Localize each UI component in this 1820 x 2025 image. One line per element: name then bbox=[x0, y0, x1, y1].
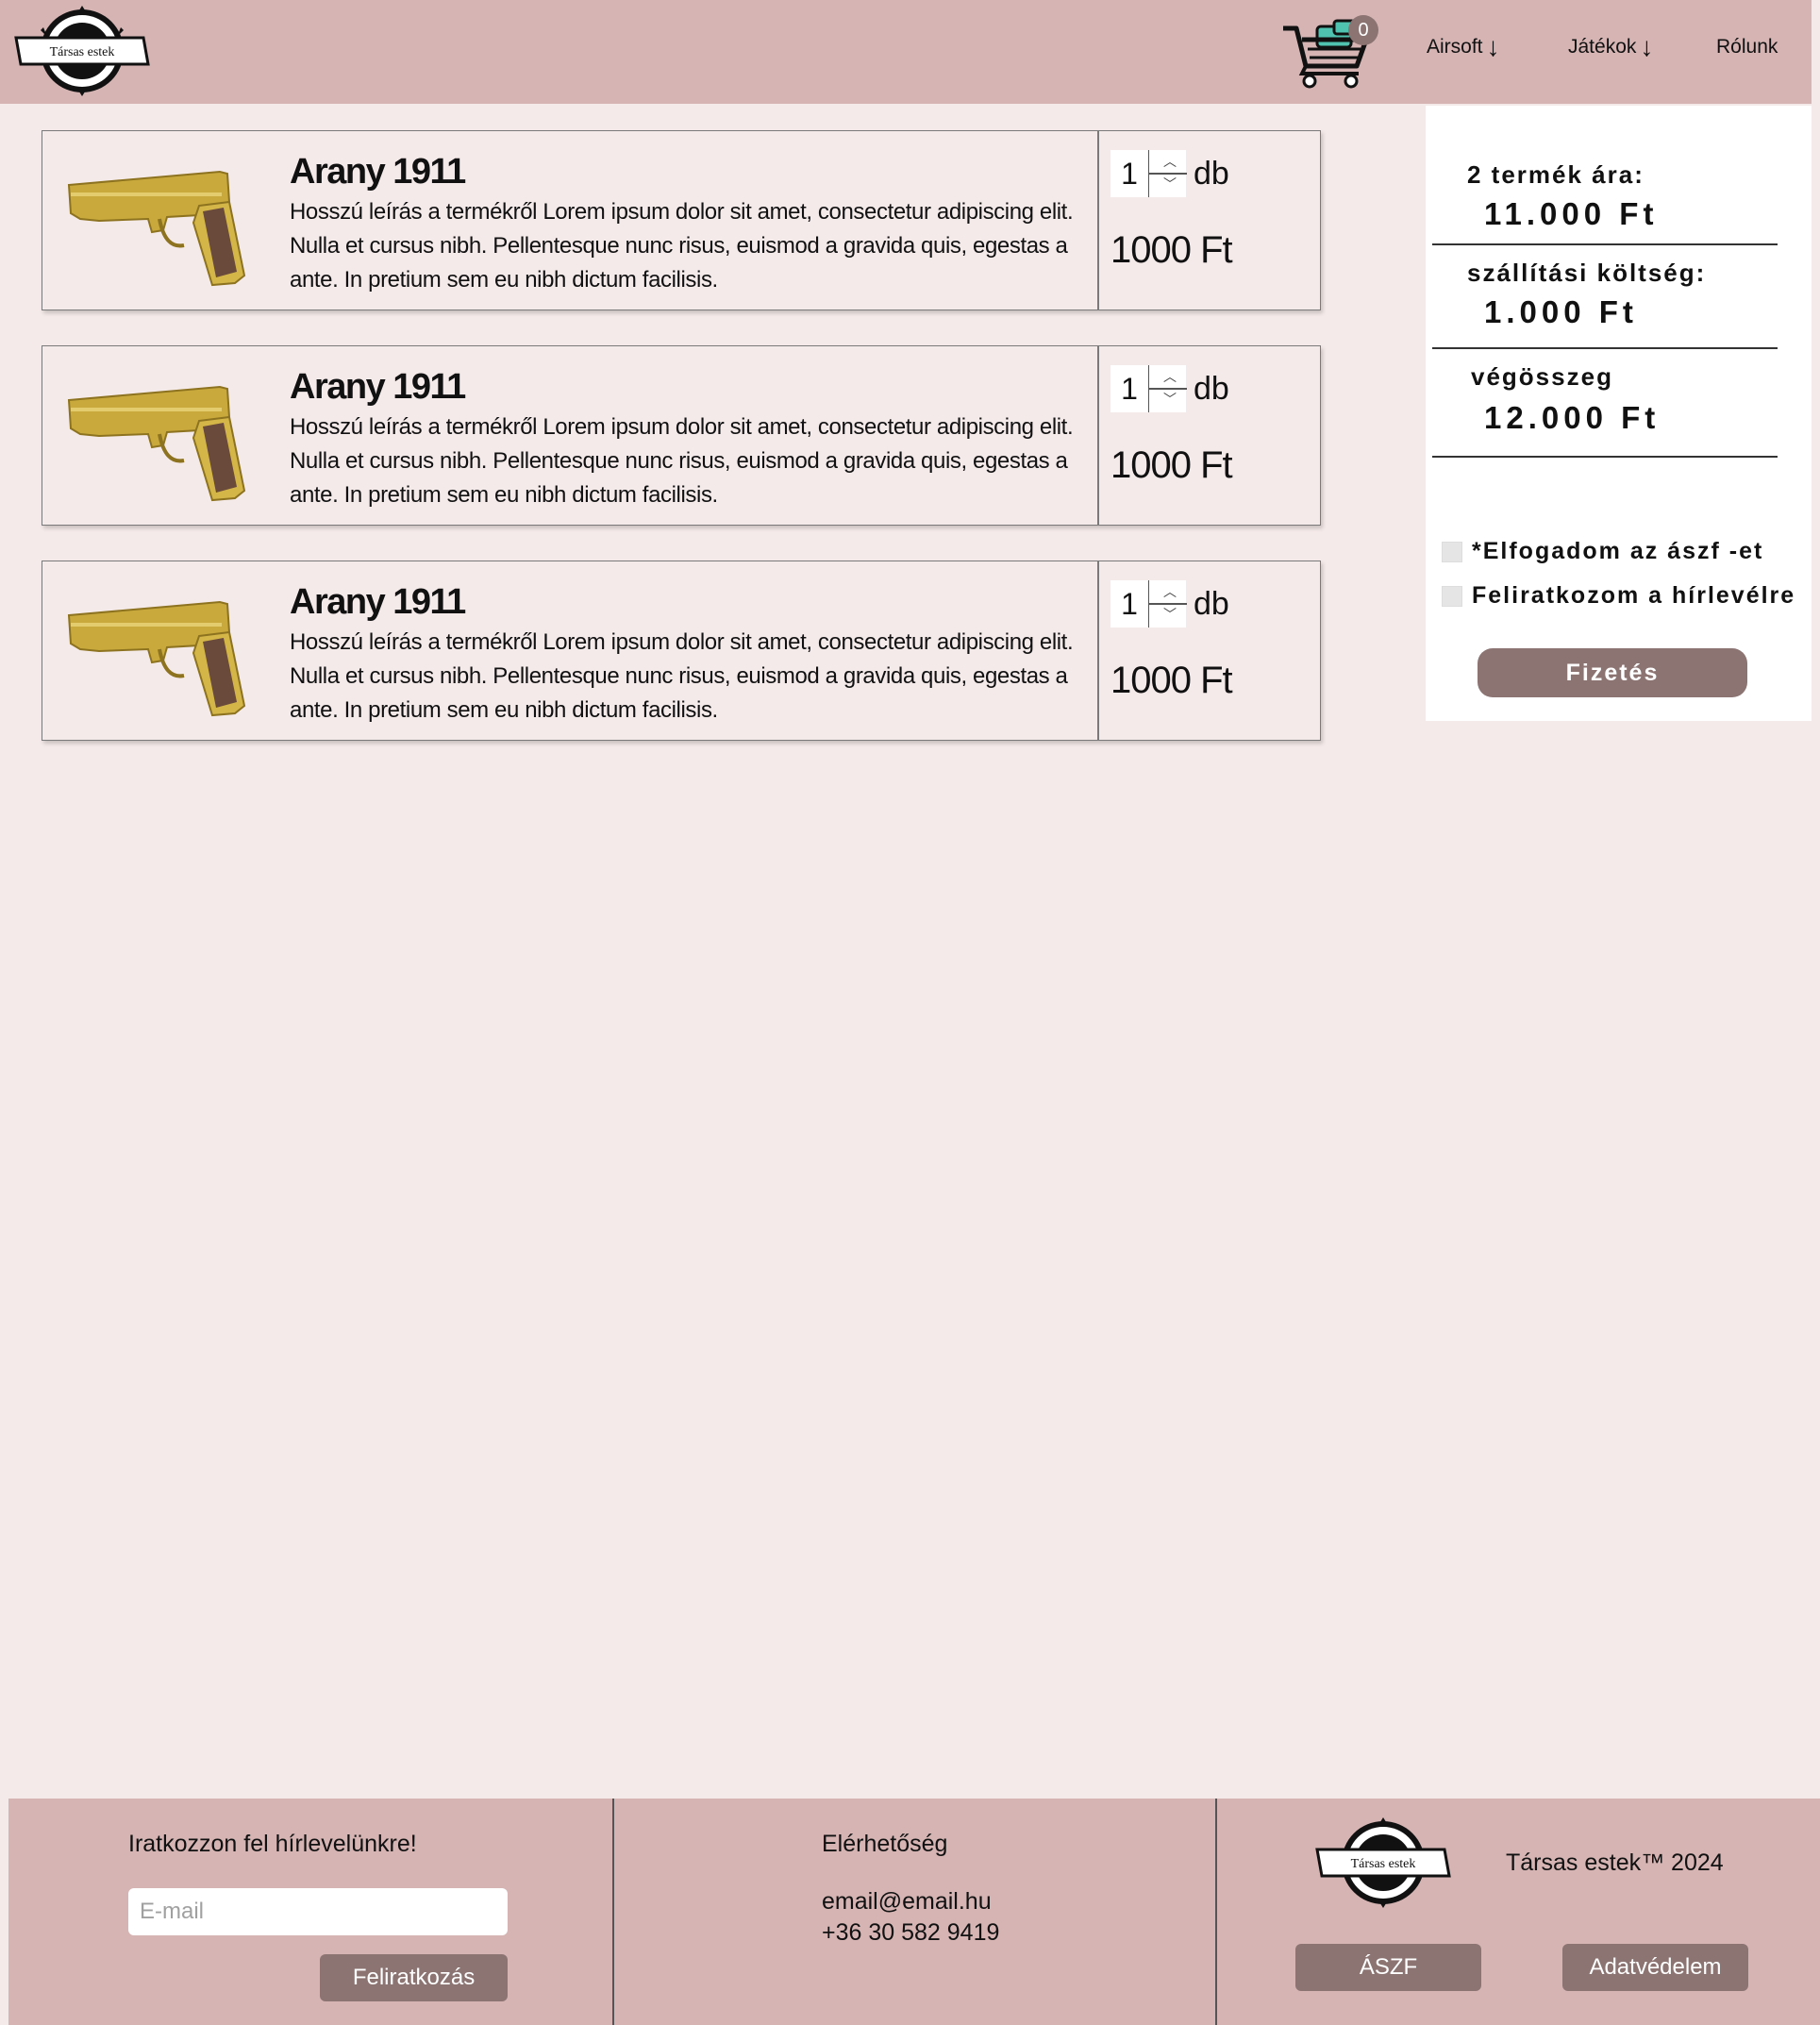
summary-divider bbox=[1432, 347, 1778, 349]
logo-text: Társas estek bbox=[50, 45, 115, 59]
card-divider bbox=[1097, 131, 1099, 310]
card-divider bbox=[1097, 346, 1099, 525]
product-description: Hosszú leírás a termékről Lorem ipsum do… bbox=[290, 629, 1074, 723]
cart-item: Arany 1911 Hosszú leírás a termékről Lor… bbox=[42, 561, 1321, 741]
gold-pistol-image bbox=[67, 600, 246, 717]
quantity-stepper[interactable]: ︿ ﹀ bbox=[1148, 150, 1187, 197]
footer-divider bbox=[1215, 1799, 1217, 2025]
gold-pistol-image bbox=[67, 170, 246, 287]
nav-rolunk-label: Rólunk bbox=[1716, 36, 1778, 58]
terms-checkbox-label: *Elfogadom az ászf -et bbox=[1472, 538, 1764, 564]
summary-divider bbox=[1432, 243, 1778, 245]
chevron-down-icon[interactable]: ﹀ bbox=[1157, 390, 1183, 409]
quantity-unit: db bbox=[1194, 586, 1229, 622]
contact-phone: +36 30 582 9419 bbox=[822, 1919, 1000, 1946]
newsletter-checkbox[interactable] bbox=[1442, 586, 1462, 607]
site-header: Társas estek 0 Airsoft ↓ Játékok ↓ Rólun… bbox=[0, 0, 1812, 104]
nav-rolunk[interactable]: Rólunk bbox=[1716, 36, 1778, 59]
nav-airsoft-label: Airsoft bbox=[1427, 36, 1483, 58]
newsletter-title: Iratkozzon fel hírlevelünkre! bbox=[128, 1831, 417, 1857]
copyright-text: Társas estek™ 2024 bbox=[1506, 1849, 1724, 1876]
order-summary-panel: 2 termék ára: 11.000 Ft szállítási költs… bbox=[1426, 106, 1812, 721]
quantity-unit: db bbox=[1194, 156, 1229, 192]
site-logo[interactable]: Társas estek bbox=[11, 2, 153, 102]
quantity-input[interactable]: 1 bbox=[1110, 580, 1148, 628]
pay-button[interactable]: Fizetés bbox=[1478, 648, 1747, 697]
chevron-down-icon[interactable]: ﹀ bbox=[1157, 605, 1183, 624]
site-footer: Iratkozzon fel hírlevelünkre! Feliratkoz… bbox=[8, 1799, 1820, 2025]
nav-airsoft[interactable]: Airsoft ↓ bbox=[1427, 32, 1500, 61]
contact-email: email@email.hu bbox=[822, 1888, 992, 1915]
summary-divider bbox=[1432, 456, 1778, 458]
products-price-label: 2 termék ára: bbox=[1467, 160, 1645, 189]
footer-divider bbox=[612, 1799, 614, 2025]
chevron-up-icon[interactable]: ︿ bbox=[1157, 367, 1183, 386]
total-label: végösszeg bbox=[1471, 362, 1613, 391]
email-field[interactable] bbox=[128, 1888, 508, 1935]
contact-title: Elérhetőség bbox=[822, 1831, 948, 1857]
quantity-input[interactable]: 1 bbox=[1110, 150, 1148, 197]
cart-item: Arany 1911 Hosszú leírás a termékről Lor… bbox=[42, 130, 1321, 310]
chevron-up-icon[interactable]: ︿ bbox=[1157, 152, 1183, 171]
quantity-stepper[interactable]: ︿ ﹀ bbox=[1148, 580, 1187, 628]
cart-count-badge: 0 bbox=[1348, 15, 1378, 45]
gold-pistol-image bbox=[67, 385, 246, 502]
product-title: Arany 1911 bbox=[290, 367, 466, 407]
cart-item: Arany 1911 Hosszú leírás a termékről Lor… bbox=[42, 345, 1321, 526]
quantity-input[interactable]: 1 bbox=[1110, 365, 1148, 412]
privacy-button[interactable]: Adatvédelem bbox=[1562, 1944, 1748, 1991]
shipping-cost-value: 1.000 Ft bbox=[1484, 294, 1638, 329]
chevron-up-icon[interactable]: ︿ bbox=[1157, 582, 1183, 601]
product-price: 1000 Ft bbox=[1110, 229, 1233, 271]
quantity-unit: db bbox=[1194, 371, 1229, 407]
arrow-down-icon: ↓ bbox=[1486, 32, 1500, 61]
product-title: Arany 1911 bbox=[290, 152, 466, 192]
nav-jatekok[interactable]: Játékok ↓ bbox=[1568, 32, 1654, 61]
arrow-down-icon: ↓ bbox=[1640, 32, 1654, 61]
footer-logo-text: Társas estek bbox=[1351, 1857, 1416, 1871]
quantity-stepper[interactable]: ︿ ﹀ bbox=[1148, 365, 1187, 412]
terms-button[interactable]: ÁSZF bbox=[1295, 1944, 1481, 1991]
footer-logo: Társas estek bbox=[1315, 1817, 1451, 1908]
newsletter-checkbox-label: Feliratkozom a hírlevélre bbox=[1472, 582, 1796, 609]
total-value: 12.000 Ft bbox=[1484, 400, 1661, 435]
product-description: Hosszú leírás a termékről Lorem ipsum do… bbox=[290, 199, 1074, 293]
card-divider bbox=[1097, 561, 1099, 740]
terms-checkbox[interactable] bbox=[1442, 542, 1462, 562]
chevron-down-icon[interactable]: ﹀ bbox=[1157, 175, 1183, 193]
product-price: 1000 Ft bbox=[1110, 660, 1233, 701]
products-price-value: 11.000 Ft bbox=[1484, 196, 1659, 231]
subscribe-button[interactable]: Feliratkozás bbox=[320, 1954, 508, 2001]
product-title: Arany 1911 bbox=[290, 582, 466, 622]
shipping-cost-label: szállítási költség: bbox=[1467, 259, 1707, 287]
nav-jatekok-label: Játékok bbox=[1568, 36, 1637, 58]
product-price: 1000 Ft bbox=[1110, 444, 1233, 486]
product-description: Hosszú leírás a termékről Lorem ipsum do… bbox=[290, 414, 1074, 508]
